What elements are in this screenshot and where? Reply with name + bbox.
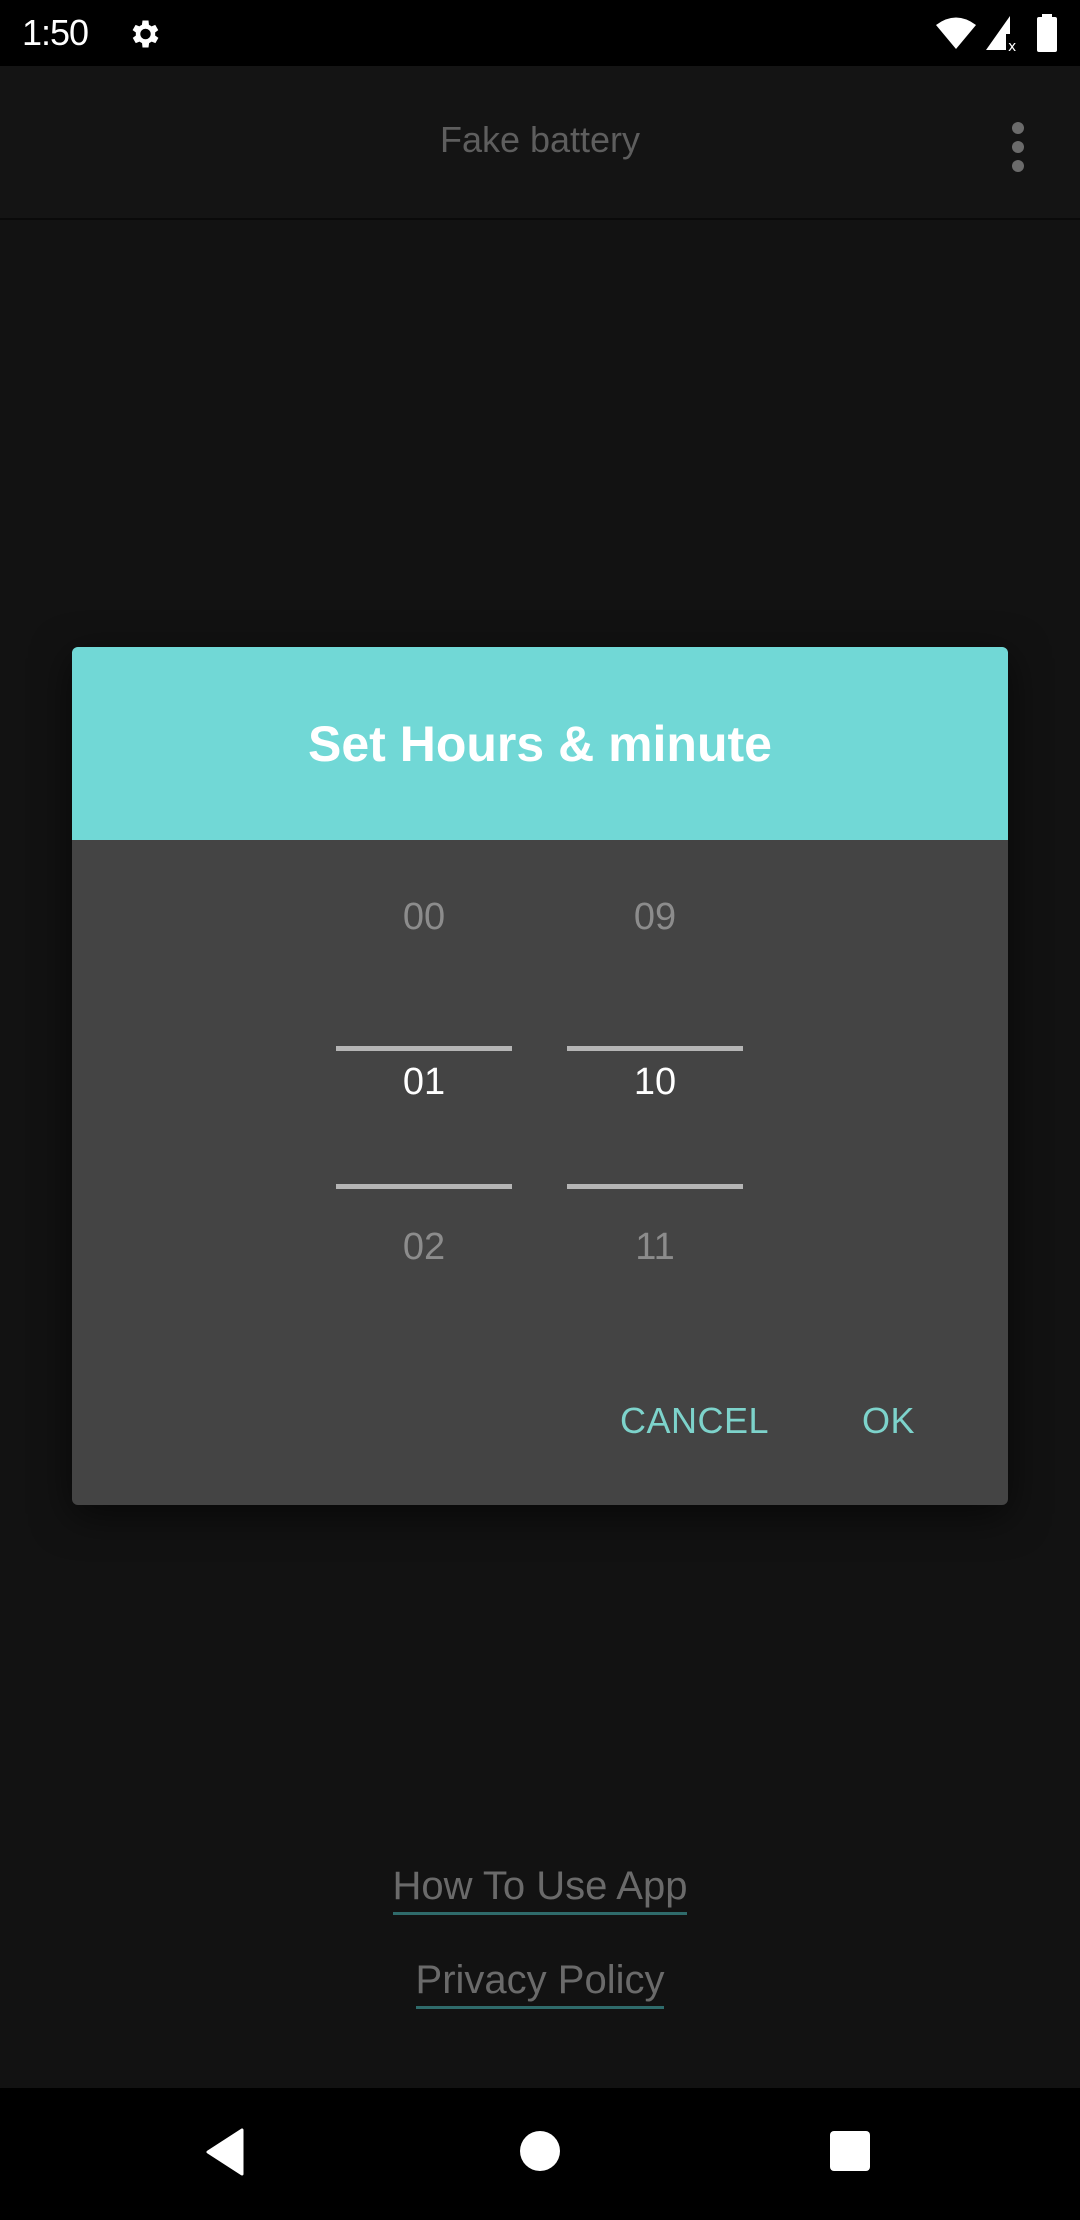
back-icon[interactable] (204, 2128, 246, 2176)
status-bar: 1:50 x (0, 0, 1080, 66)
dialog-header: Set Hours & minute (72, 647, 1008, 840)
battery-icon (1037, 14, 1057, 52)
picker-divider (567, 1184, 743, 1189)
privacy-policy-link[interactable]: Privacy Policy (415, 1954, 665, 2009)
cancel-button[interactable]: CANCEL (620, 1399, 769, 1443)
ok-button[interactable]: OK (862, 1399, 915, 1443)
minutes-selected-value[interactable]: 10 (567, 1059, 743, 1105)
picker-divider (336, 1184, 512, 1189)
app-title: Fake battery (439, 119, 641, 160)
status-time: 1:50 (22, 12, 89, 53)
app-bar: Fake battery (0, 66, 1080, 220)
navigation-bar (0, 2088, 1080, 2220)
more-vert-icon[interactable] (1006, 122, 1030, 176)
minutes-next-value[interactable]: 11 (567, 1224, 743, 1270)
wifi-icon (936, 17, 976, 49)
time-picker-dialog: Set Hours & minute 00 01 02 09 10 11 CAN… (72, 647, 1008, 1505)
hours-prev-value[interactable]: 00 (336, 894, 512, 940)
signal-no-data-icon: x (986, 16, 1016, 52)
minutes-picker[interactable]: 09 10 11 (567, 840, 743, 1320)
recents-icon[interactable] (830, 2131, 870, 2171)
dialog-title: Set Hours & minute (308, 715, 772, 772)
minutes-prev-value[interactable]: 09 (567, 894, 743, 940)
svg-text:x: x (1008, 39, 1016, 52)
links-section: How To Use App Privacy Policy (0, 1860, 1080, 2048)
gear-icon (132, 20, 159, 48)
how-to-use-link[interactable]: How To Use App (392, 1860, 688, 1915)
hours-next-value[interactable]: 02 (336, 1224, 512, 1270)
picker-divider (567, 1046, 743, 1051)
hours-selected-value[interactable]: 01 (336, 1059, 512, 1105)
home-icon[interactable] (520, 2131, 560, 2171)
picker-divider (336, 1046, 512, 1051)
hours-picker[interactable]: 00 01 02 (336, 840, 512, 1320)
